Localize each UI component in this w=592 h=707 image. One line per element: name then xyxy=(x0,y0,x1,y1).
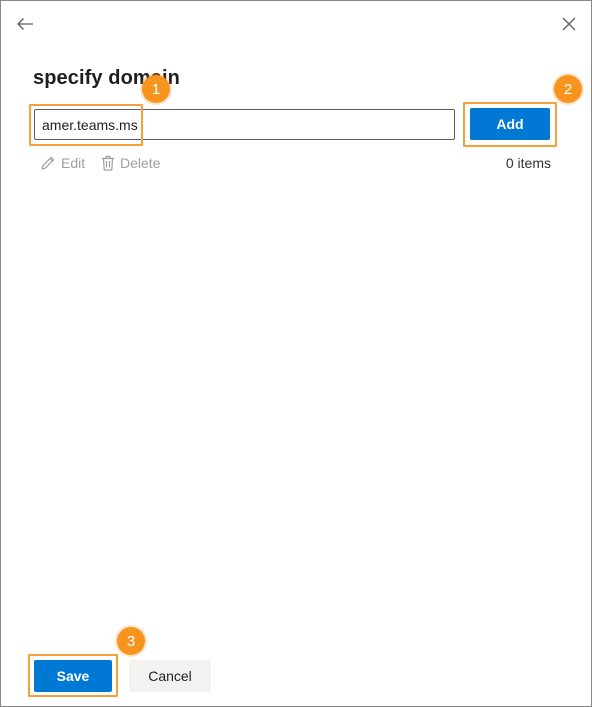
item-count: 0 items xyxy=(505,155,551,171)
add-button[interactable]: Add xyxy=(470,108,550,140)
edit-command[interactable]: Edit xyxy=(40,153,85,173)
arrow-left-icon xyxy=(17,18,33,30)
delete-command[interactable]: Delete xyxy=(101,153,160,173)
edit-label: Edit xyxy=(61,155,86,171)
pencil-icon xyxy=(41,156,55,170)
domain-input[interactable] xyxy=(34,109,455,140)
callout-badge-2: 2 xyxy=(554,75,582,103)
callout-badge-1: 1 xyxy=(142,75,170,103)
trash-icon xyxy=(102,155,114,171)
save-button[interactable]: Save xyxy=(34,660,112,692)
delete-label: Delete xyxy=(120,155,161,171)
callout-badge-3: 3 xyxy=(117,627,145,655)
close-button[interactable] xyxy=(554,9,584,39)
back-button[interactable] xyxy=(10,9,40,39)
close-icon xyxy=(562,17,576,31)
side-panel: specify domain Add Edit Delete 0 items S… xyxy=(0,0,592,707)
cancel-button[interactable]: Cancel xyxy=(129,660,211,692)
